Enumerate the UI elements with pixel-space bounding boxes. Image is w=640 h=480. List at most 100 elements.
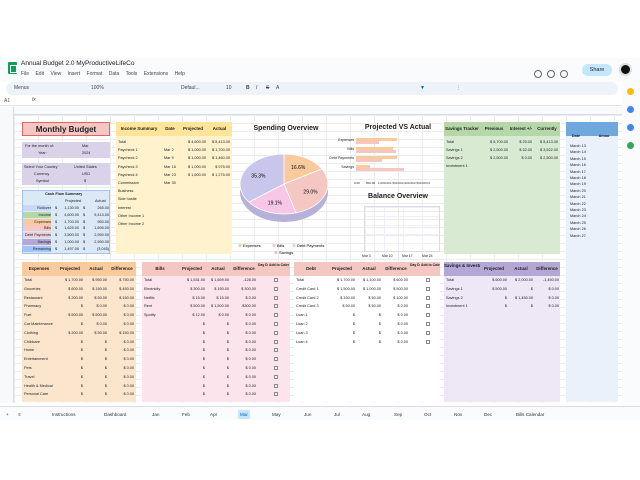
bill-cell[interactable]: $ xyxy=(179,340,205,344)
expense-cell[interactable]: Fuel xyxy=(24,313,56,317)
bill-cell[interactable]: $ 12.00 xyxy=(179,313,205,317)
bill-cell[interactable]: $ 1,500.00 xyxy=(207,304,229,308)
debt-cell[interactable]: $ 0.00 xyxy=(384,331,408,335)
calendar-checkbox[interactable] xyxy=(426,330,430,335)
expense-cell[interactable]: $ 0.00 xyxy=(110,366,134,370)
debt-cell[interactable]: $ 1,100.00 xyxy=(357,278,381,282)
menu-help[interactable]: Help xyxy=(175,71,185,77)
debt-cell[interactable]: Credit Card 3 xyxy=(296,304,328,308)
expense-cell[interactable]: Entertainment xyxy=(24,357,56,361)
debt-cell[interactable]: Credit Card 2 xyxy=(296,296,328,300)
income-cell[interactable]: Total xyxy=(118,140,160,144)
debt-cell[interactable]: Credit Card 1 xyxy=(296,287,328,291)
expense-cell[interactable]: $ xyxy=(85,392,107,396)
expense-cell[interactable]: $ 50.00 xyxy=(85,331,107,335)
debt-cell[interactable]: $ 1,700.00 xyxy=(329,278,355,282)
bill-cell[interactable]: $ 1,659.00 xyxy=(207,278,229,282)
menu-view[interactable]: View xyxy=(50,71,61,77)
bill-cell[interactable]: -128.00 xyxy=(232,278,256,282)
debt-cell[interactable]: Loan 3 xyxy=(296,331,328,335)
axis-tick[interactable]: 3,0 xyxy=(426,181,440,185)
expense-cell[interactable]: $ 600.00 xyxy=(57,287,83,291)
date-cell[interactable]: March 16 xyxy=(570,163,594,167)
add-sheet-icon[interactable]: + xyxy=(4,410,11,419)
debt-cell[interactable]: Loan 2 xyxy=(296,322,328,326)
expense-cell[interactable]: $ xyxy=(57,384,83,388)
bill-cell[interactable]: $ xyxy=(179,384,205,388)
bold-icon[interactable]: B xyxy=(246,85,250,91)
savinv-cell[interactable]: $ xyxy=(481,296,507,300)
tab-dashboard[interactable]: Dashboard xyxy=(102,410,128,419)
savings-tracker-cell[interactable]: $ 25.00 xyxy=(510,140,532,144)
bill-cell[interactable]: $ xyxy=(179,357,205,361)
expense-cell[interactable]: $ 0.00 xyxy=(110,348,134,352)
debt-cell[interactable]: $ 50.00 xyxy=(329,304,355,308)
tab-aug[interactable]: Aug xyxy=(360,410,372,419)
row-headers[interactable] xyxy=(0,107,14,403)
debt-cell[interactable]: $ 500.00 xyxy=(384,287,408,291)
expense-cell[interactable]: $ 0.00 xyxy=(110,375,134,379)
calendar-checkbox[interactable] xyxy=(426,322,430,326)
tab-mar[interactable]: Mar xyxy=(238,410,250,419)
date-cell[interactable]: March 14 xyxy=(570,150,594,154)
date-cell[interactable]: March 27 xyxy=(570,234,594,238)
tab-jan[interactable]: Jan xyxy=(150,410,161,419)
income-cell[interactable]: $ 1,000.00 xyxy=(180,148,206,152)
savinv-cell[interactable]: Savings 2 xyxy=(446,296,480,300)
expense-cell[interactable]: Clothing xyxy=(24,331,56,335)
debt-cell[interactable]: $ xyxy=(357,313,381,317)
expense-cell[interactable]: $ xyxy=(57,304,83,308)
expense-cell[interactable]: $ 150.00 xyxy=(110,331,134,335)
savings-tracker-cell[interactable]: $ 0.00 xyxy=(510,156,532,160)
calendar-checkbox[interactable] xyxy=(274,313,278,318)
expense-cell[interactable]: $ xyxy=(85,366,107,370)
bill-cell[interactable]: $ 0.00 xyxy=(232,392,256,396)
comment-icon[interactable] xyxy=(547,70,555,78)
bill-cell[interactable]: $ 300.00 xyxy=(232,287,256,291)
income-cell[interactable]: $ 1,275.00 xyxy=(208,173,230,177)
cash-flow-projected[interactable]: 1,497.00 xyxy=(59,247,79,251)
cash-flow-actual[interactable]: 5,413.00 xyxy=(87,213,109,217)
debt-cell[interactable]: $ xyxy=(329,331,355,335)
income-cell[interactable]: Interest xyxy=(118,206,160,210)
tab-nov[interactable]: Nov xyxy=(452,410,464,419)
savings-tracker-cell[interactable]: $ 2,500.00 xyxy=(482,148,508,152)
bill-cell[interactable]: Electricity xyxy=(144,287,178,291)
income-cell[interactable]: $ 1,000.00 xyxy=(180,165,206,169)
bar[interactable] xyxy=(356,141,379,144)
name-box[interactable]: A1 xyxy=(4,98,10,104)
cash-flow-projected[interactable]: 1,000.00 xyxy=(59,240,79,244)
debt-cell[interactable]: $ xyxy=(357,340,381,344)
tab-oct[interactable]: Oct xyxy=(422,410,433,419)
date-cell[interactable]: March 17 xyxy=(570,170,594,174)
savings-tracker-cell[interactable]: Savings 1 xyxy=(446,148,480,152)
income-cell[interactable]: $ 4,600.00 xyxy=(180,140,206,144)
calendar-checkbox[interactable] xyxy=(274,295,278,300)
expense-cell[interactable]: Childcare xyxy=(24,340,56,344)
filter-icon[interactable]: ▼ xyxy=(420,85,425,91)
calendar-checkbox[interactable] xyxy=(274,374,278,379)
income-cell[interactable]: $ 5,413.00 xyxy=(208,140,230,144)
expense-cell[interactable]: Total xyxy=(24,278,56,282)
expense-cell[interactable]: $ xyxy=(57,392,83,396)
expense-cell[interactable]: $ xyxy=(57,322,83,326)
calendar-checkbox[interactable] xyxy=(274,330,278,335)
bill-cell[interactable]: Spotify xyxy=(144,313,178,317)
avatar[interactable] xyxy=(619,63,632,76)
calendar-checkbox[interactable] xyxy=(426,295,430,300)
cash-flow-actual[interactable]: 2,950.00 xyxy=(87,233,109,237)
debt-cell[interactable]: $ 150.00 xyxy=(329,296,355,300)
date-cell[interactable]: March 19 xyxy=(570,182,594,186)
expense-cell[interactable]: $ xyxy=(57,340,83,344)
debt-cell[interactable]: $ xyxy=(329,322,355,326)
bar-category[interactable]: Expenses xyxy=(328,138,354,142)
income-cell[interactable]: Other Income 1 xyxy=(118,214,160,218)
bar[interactable] xyxy=(356,168,404,171)
calendar-checkbox[interactable] xyxy=(426,278,430,282)
expense-cell[interactable]: $ 0.00 xyxy=(110,384,134,388)
country-value[interactable]: United States xyxy=(74,165,97,169)
symbol-value[interactable]: $ xyxy=(84,179,86,183)
strikethrough-icon[interactable]: S xyxy=(266,85,269,91)
bill-cell[interactable]: $ 0.00 xyxy=(232,331,256,335)
bill-cell[interactable]: $ 150.00 xyxy=(207,287,229,291)
